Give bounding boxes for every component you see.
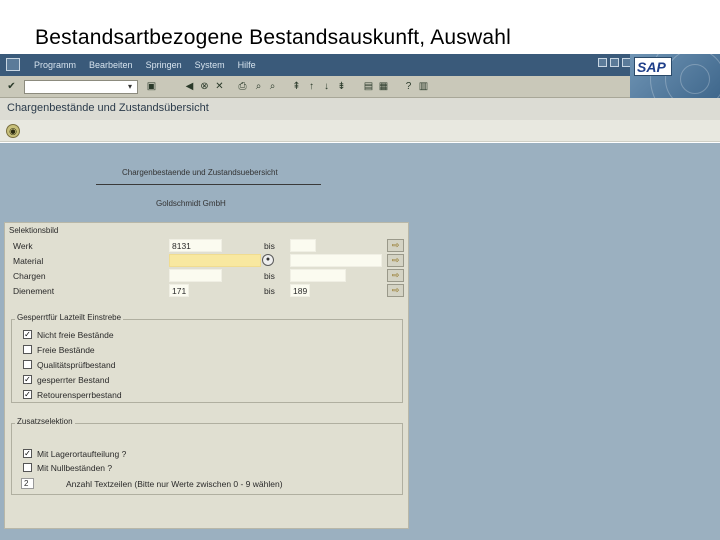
report-header-company: Goldschmidt GmbH [156, 199, 226, 208]
print-icon[interactable]: ⎙ [236, 80, 249, 93]
command-dropdown-icon[interactable]: ▾ [124, 80, 136, 94]
checkbox-nicht-freie[interactable]: ✓ [23, 330, 32, 339]
find-icon[interactable]: ⌕ [252, 80, 265, 93]
command-field[interactable] [24, 80, 138, 94]
selection-panel-title: Selektionsbild [9, 226, 59, 235]
report-header-title: Chargenbestaende und Zustandsuebersicht [122, 168, 278, 177]
werk-to-input[interactable] [290, 239, 316, 252]
chargen-from-input[interactable] [169, 269, 222, 282]
checkbox-nullbestand[interactable] [23, 463, 32, 472]
first-page-icon[interactable]: ⇞ [290, 80, 303, 93]
material-to-input[interactable] [290, 254, 382, 267]
chargen-to-input[interactable] [290, 269, 346, 282]
layout-menu-icon[interactable]: ▥ [417, 80, 430, 93]
menu-items: Programm Bearbeiten Springen System Hilf… [34, 60, 256, 70]
material-search-help-icon[interactable]: ● [262, 254, 274, 266]
werk-label: Werk [13, 241, 33, 251]
chargen-bis-label: bis [264, 271, 275, 281]
execute-icon[interactable]: ◉ [6, 124, 20, 138]
last-page-icon[interactable]: ⇟ [335, 80, 348, 93]
window-menu-icon[interactable] [6, 58, 20, 71]
cancel-icon[interactable]: ✕ [213, 80, 226, 93]
maximize-button[interactable] [610, 58, 619, 67]
screen-title: Chargenbestände und Zustandsübersicht [7, 102, 209, 114]
menu-bar: Programm Bearbeiten Springen System Hilf… [0, 54, 720, 76]
checkbox-label: gesperrter Bestand [37, 375, 110, 385]
slide-title: Bestandsartbezogene Bestandsauskunft, Au… [35, 26, 511, 49]
dienement-to-input[interactable]: 189 [290, 284, 310, 297]
checkbox-label: Freie Bestände [37, 345, 95, 355]
menu-programm[interactable]: Programm [34, 60, 76, 70]
chargen-multiple-selection-button[interactable]: ⇨ [387, 269, 404, 282]
checkbox-label: Nicht freie Bestände [37, 330, 114, 340]
enter-check-icon[interactable]: ✔ [5, 80, 18, 93]
stock-type-group-title: Gesperrtfür Lazteilt Einstrebe [15, 313, 124, 322]
find-next-icon[interactable]: ⌕ [266, 80, 279, 93]
checkbox-label: Retourensperrbestand [37, 390, 122, 400]
checkbox-label: Mit Lagerortaufteilung ? [37, 449, 127, 459]
additional-selection-group-title: Zusatzselektion [15, 417, 75, 426]
save-icon[interactable]: ▣ [145, 80, 158, 93]
next-page-icon[interactable]: ↓ [320, 80, 333, 93]
application-toolbar: ◉ [0, 120, 720, 142]
create-session-icon[interactable]: ▤ [362, 80, 375, 93]
material-from-input[interactable] [169, 254, 261, 267]
exit-icon[interactable]: ⊗ [198, 80, 211, 93]
report-header-divider [96, 184, 321, 185]
menu-bearbeiten[interactable]: Bearbeiten [89, 60, 133, 70]
minimize-button[interactable] [598, 58, 607, 67]
checkbox-retouren[interactable]: ✓ [23, 390, 32, 399]
sap-logo: SAP [634, 57, 672, 76]
material-multiple-selection-button[interactable]: ⇨ [387, 254, 404, 267]
previous-page-icon[interactable]: ↑ [305, 80, 318, 93]
dienement-multiple-selection-button[interactable]: ⇨ [387, 284, 404, 297]
checkbox-label: Mit Nullbeständen ? [37, 463, 113, 473]
dienement-label: Dienement [13, 286, 55, 296]
checkbox-lagerort[interactable]: ✓ [23, 449, 32, 458]
logo-area: SAP [630, 54, 720, 98]
sap-logo-text: SAP [637, 59, 666, 75]
checkbox-gesperrt[interactable]: ✓ [23, 375, 32, 384]
standard-toolbar: ✔ ▾ ▣ ◀ ⊗ ✕ ⎙ ⌕ ⌕ ⇞ ↑ ↓ ⇟ ▤ ▦ ? ▥ [0, 76, 630, 98]
checkbox-label: Qualitätsprüfbestand [37, 360, 116, 370]
menu-system[interactable]: System [195, 60, 225, 70]
screen-title-bar: Chargenbestände und Zustandsübersicht [0, 98, 720, 120]
window-controls [598, 58, 631, 67]
chargen-label: Chargen [13, 271, 46, 281]
werk-from-input[interactable]: 8131 [169, 239, 222, 252]
shortcut-icon[interactable]: ▦ [377, 80, 390, 93]
back-icon[interactable]: ◀ [183, 80, 196, 93]
text-lines-input[interactable]: 2 [21, 478, 34, 489]
checkbox-freie[interactable] [23, 345, 32, 354]
material-label: Material [13, 256, 44, 266]
werk-multiple-selection-button[interactable]: ⇨ [387, 239, 404, 252]
werk-bis-label: bis [264, 241, 275, 251]
decor-ring [680, 64, 710, 94]
dienement-from-input[interactable]: 171 [169, 284, 189, 297]
checkbox-qualitaet[interactable] [23, 360, 32, 369]
help-icon[interactable]: ? [402, 80, 415, 93]
menu-springen[interactable]: Springen [146, 60, 182, 70]
text-lines-label: Anzahl Textzeilen (Bitte nur Werte zwisc… [66, 479, 283, 489]
menu-hilfe[interactable]: Hilfe [238, 60, 256, 70]
dienement-bis-label: bis [264, 286, 275, 296]
selection-panel: Selektionsbild Werk 8131 bis ⇨ Material … [4, 222, 409, 529]
